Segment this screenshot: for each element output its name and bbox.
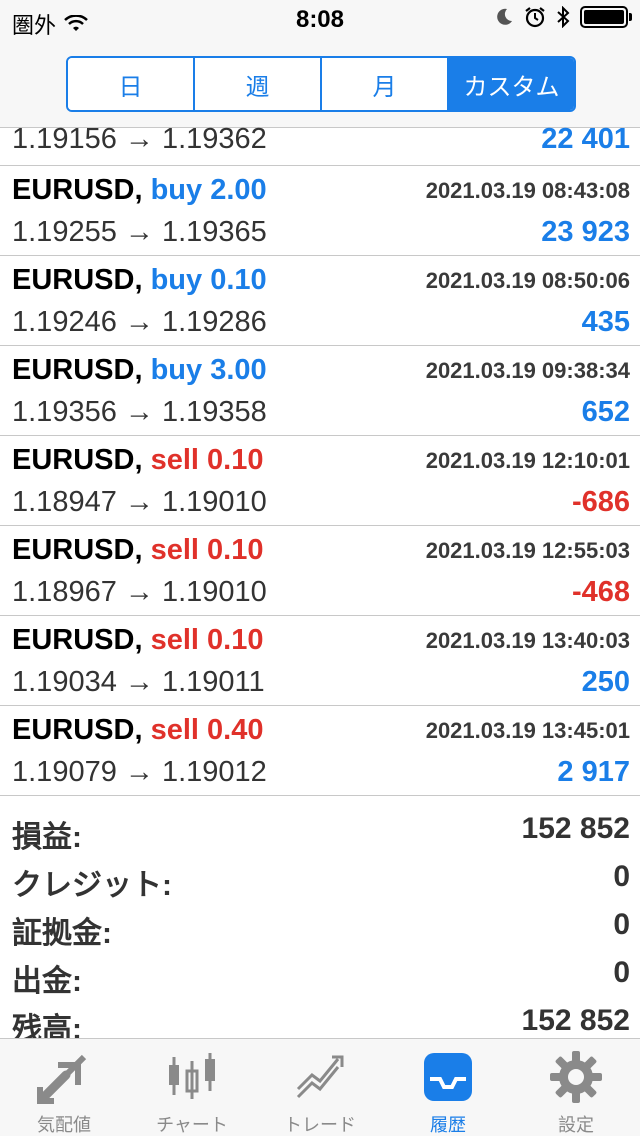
bottom-tab-bar: 気配値 チャート トレード 履歴 設定: [0, 1038, 640, 1136]
chart-icon: [169, 1053, 215, 1099]
trade-title: EURUSD, sell 0.10: [12, 624, 263, 657]
trade-direction-volume: buy 2.00: [150, 174, 267, 206]
trade-datetime: 2021.03.19 12:10:01: [425, 448, 630, 473]
trade-datetime: 2021.03.19 08:43:08: [425, 178, 630, 203]
trade-direction-volume: sell 0.10: [150, 444, 264, 476]
period-tab-month[interactable]: 月: [322, 58, 449, 110]
trade-symbol: EURUSD,: [12, 174, 143, 206]
period-tab-week[interactable]: 週: [195, 58, 322, 110]
trade-history-list: 1.19156 → 1.19362 22 401 EURUSD, buy 2.0…: [0, 123, 640, 796]
trade-profit: 2 917: [557, 756, 630, 788]
trade-profit: 23 923: [541, 216, 630, 248]
tab-label: 設定: [558, 1115, 594, 1135]
battery-icon: [580, 6, 632, 28]
trade-title: EURUSD, sell 0.40: [12, 714, 263, 747]
trade-row[interactable]: 1.19156 → 1.19362 22 401: [0, 123, 640, 166]
trade-row[interactable]: EURUSD, sell 0.10 2021.03.19 12:10:01 1.…: [0, 436, 640, 526]
period-segmented-control: 日 週 月 カスタム: [66, 56, 576, 112]
trade-title: EURUSD, sell 0.10: [12, 444, 263, 477]
quotes-icon: [37, 1054, 87, 1104]
summary-label: 損益:: [12, 821, 82, 854]
trade-direction-volume: sell 0.10: [150, 534, 264, 566]
trade-prices: 1.19356 → 1.19358: [12, 396, 267, 428]
period-header: 日 週 月 カスタム: [0, 40, 640, 128]
trade-prices: 1.18947 → 1.19010: [12, 486, 267, 518]
status-bar: 圏外 8:08: [0, 0, 640, 40]
trade-direction-volume: buy 0.10: [150, 264, 267, 296]
trade-datetime: 2021.03.19 12:55:03: [425, 538, 630, 563]
trade-icon: [296, 1055, 344, 1099]
trade-direction-volume: buy 3.00: [150, 354, 267, 386]
trade-row[interactable]: EURUSD, buy 3.00 2021.03.19 09:38:34 1.1…: [0, 346, 640, 436]
summary-withdrawal: 出金: 0: [0, 952, 640, 1000]
trade-symbol: EURUSD,: [12, 444, 143, 476]
trade-symbol: EURUSD,: [12, 264, 143, 296]
summary-value: 0: [613, 956, 630, 989]
summary-label: 証拠金:: [12, 917, 112, 950]
trade-prices: 1.19246 → 1.19286: [12, 306, 267, 338]
tab-label: 履歴: [430, 1115, 466, 1135]
summary-label: 出金:: [12, 965, 82, 998]
status-icons: [494, 6, 632, 28]
trade-datetime: 2021.03.19 13:45:01: [425, 718, 630, 743]
trade-prices: 1.18967 → 1.19010: [12, 576, 267, 608]
history-icon: [424, 1053, 472, 1101]
tab-label: 気配値: [37, 1115, 91, 1135]
trade-title: EURUSD, sell 0.10: [12, 534, 263, 567]
summary-label: クレジット:: [12, 869, 172, 902]
tab-chart[interactable]: チャート: [128, 1039, 256, 1136]
trade-symbol: EURUSD,: [12, 354, 143, 386]
period-tab-custom[interactable]: カスタム: [449, 58, 574, 110]
trade-direction-volume: sell 0.40: [150, 714, 264, 746]
trade-prices: 1.19156 → 1.19362: [12, 123, 267, 155]
alarm-icon: [525, 7, 545, 28]
trade-datetime: 2021.03.19 08:50:06: [425, 268, 630, 293]
trade-direction-volume: sell 0.10: [150, 624, 264, 656]
trade-title: EURUSD, buy 0.10: [12, 264, 267, 297]
tab-history[interactable]: 履歴: [384, 1039, 512, 1136]
trade-prices: 1.19079 → 1.19012: [12, 756, 267, 788]
trade-profit: 652: [581, 396, 630, 428]
trade-datetime: 2021.03.19 09:38:34: [425, 358, 630, 383]
summary-value: 0: [613, 860, 630, 893]
summary-value: 152 852: [521, 812, 630, 845]
period-tab-day[interactable]: 日: [68, 58, 195, 110]
bluetooth-icon: [557, 6, 570, 28]
trade-title: EURUSD, buy 3.00: [12, 354, 267, 387]
trade-datetime: 2021.03.19 13:40:03: [425, 628, 630, 653]
trade-row[interactable]: EURUSD, buy 2.00 2021.03.19 08:43:08 1.1…: [0, 166, 640, 256]
trade-prices: 1.19255 → 1.19365: [12, 216, 267, 248]
trade-title: EURUSD, buy 2.00: [12, 174, 267, 207]
trade-row[interactable]: EURUSD, buy 0.10 2021.03.19 08:50:06 1.1…: [0, 256, 640, 346]
summary-credit: クレジット: 0: [0, 856, 640, 904]
tab-label: トレード: [284, 1115, 356, 1135]
trade-profit: 22 401: [541, 123, 630, 155]
tab-quotes[interactable]: 気配値: [0, 1039, 128, 1136]
trade-symbol: EURUSD,: [12, 534, 143, 566]
summary-profit: 損益: 152 852: [0, 808, 640, 856]
history-summary: 損益: 152 852 クレジット: 0 証拠金: 0 出金: 0 残高: 15…: [0, 808, 640, 1048]
trade-profit: 435: [581, 306, 630, 338]
moon-icon: [497, 8, 512, 25]
trade-profit: -686: [571, 486, 630, 518]
trade-profit: 250: [581, 666, 630, 698]
tab-trade[interactable]: トレード: [256, 1039, 384, 1136]
tab-label: チャート: [156, 1115, 228, 1135]
trade-row[interactable]: EURUSD, sell 0.10 2021.03.19 13:40:03 1.…: [0, 616, 640, 706]
trade-row[interactable]: EURUSD, sell 0.40 2021.03.19 13:45:01 1.…: [0, 706, 640, 796]
trade-symbol: EURUSD,: [12, 624, 143, 656]
settings-icon: [550, 1051, 602, 1103]
trade-symbol: EURUSD,: [12, 714, 143, 746]
trade-profit: -468: [571, 576, 630, 608]
trade-prices: 1.19034 → 1.19011: [12, 666, 265, 698]
trade-row[interactable]: EURUSD, sell 0.10 2021.03.19 12:55:03 1.…: [0, 526, 640, 616]
tab-settings[interactable]: 設定: [512, 1039, 640, 1136]
summary-value: 152 852: [521, 1004, 630, 1037]
summary-deposit: 証拠金: 0: [0, 904, 640, 952]
summary-value: 0: [613, 908, 630, 941]
